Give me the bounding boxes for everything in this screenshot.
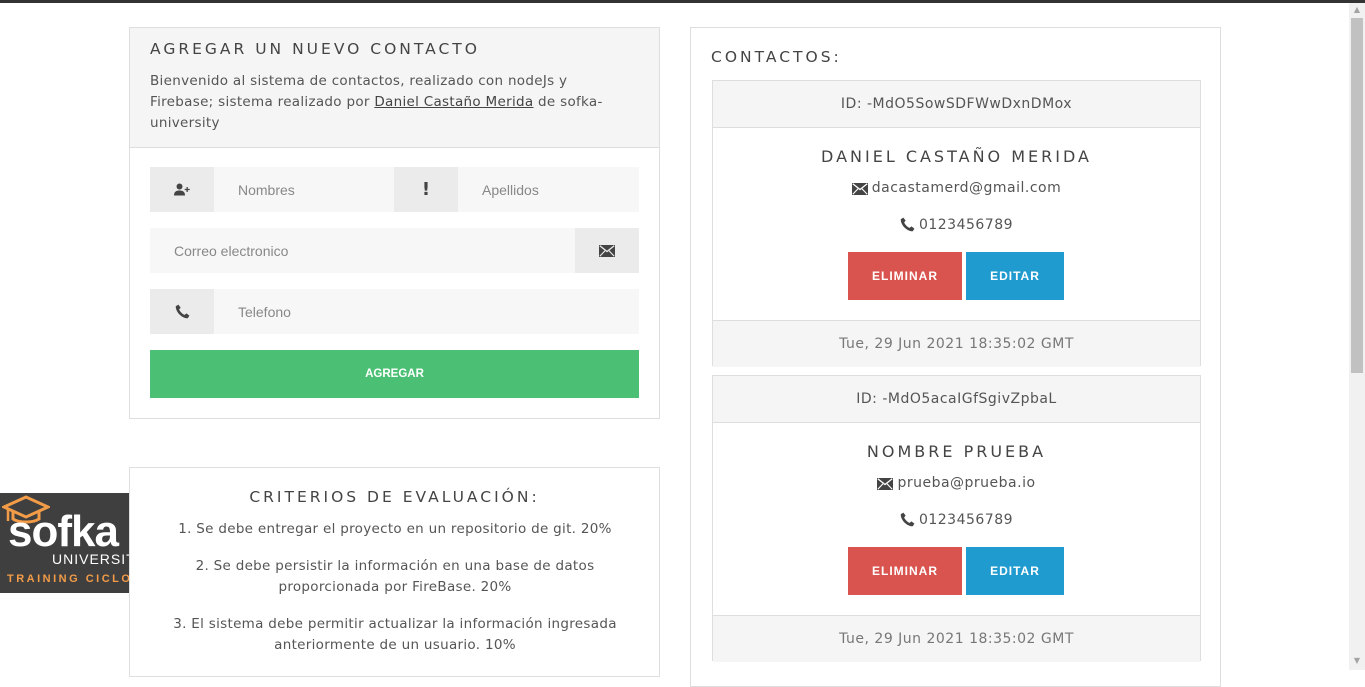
contact-id: ID: -MdO5SowSDFWwDxnDMox [713,81,1200,128]
add-contact-button[interactable]: AGREGAR [150,350,639,398]
contact-date: Tue, 29 Jun 2021 18:35:02 GMT [713,320,1200,367]
contacts-title: CONTACTOS: [711,48,842,66]
scroll-up-arrow-icon[interactable]: ▲ [1351,5,1363,15]
scroll-down-arrow-icon[interactable]: ▼ [1351,656,1363,666]
criteria-title: CRITERIOS DE EVALUACIÓN: [249,488,540,506]
envelope-icon [851,183,868,195]
exclamation-icon: ! [394,167,458,212]
contacts-panel: CONTACTOS: ID: -MdO5SowSDFWwDxnDMox DANI… [690,27,1221,687]
delete-contact-button[interactable]: ELIMINAR [848,547,962,595]
contact-email: dacastamerd@gmail.com [871,180,1062,196]
logo-university-text: UNIVERSITY [52,551,129,567]
welcome-description: Bienvenido al sistema de contactos, real… [150,71,630,134]
apellidos-input[interactable] [482,167,632,212]
contact-phone: 0123456789 [918,217,1014,233]
nombres-input[interactable] [238,167,388,212]
add-contact-panel: AGREGAR UN NUEVO CONTACTO Bienvenido al … [129,27,660,419]
correo-input[interactable] [174,228,564,273]
telefono-field [150,289,639,334]
phone-icon [900,512,915,527]
user-plus-icon [150,167,214,212]
delete-contact-button[interactable]: ELIMINAR [848,252,962,300]
contact-phone-line: 0123456789 [713,512,1200,528]
contact-email-line: dacastamerd@gmail.com [713,180,1200,196]
window-top-border [0,0,1365,3]
criteria-item: 2. Se debe persistir la información en u… [195,558,595,595]
edit-contact-button[interactable]: EDITAR [966,252,1064,300]
apellidos-field: ! [394,167,639,212]
contact-id: ID: -MdO5acaIGfSgivZpbaL [713,376,1200,423]
edit-contact-button[interactable]: EDITAR [966,547,1064,595]
phone-icon [900,217,915,232]
envelope-icon [877,478,894,490]
contact-email: prueba@prueba.io [897,475,1036,491]
criteria-item: 1. Se debe entregar el proyecto en un re… [178,521,612,537]
contact-name: DANIEL CASTAÑO MERIDA [821,147,1092,166]
author-link[interactable]: Daniel Castaño Merida [374,94,533,110]
contact-email-line: prueba@prueba.io [713,475,1200,491]
logo-brand-text: sofka [8,507,119,556]
contact-phone: 0123456789 [918,512,1014,528]
add-contact-header: AGREGAR UN NUEVO CONTACTO Bienvenido al … [130,28,659,148]
logo-tagline: TRAINING CICLO [7,573,129,585]
contact-date: Tue, 29 Jun 2021 18:35:02 GMT [713,615,1200,662]
contact-card: ID: -MdO5acaIGfSgivZpbaL NOMBRE PRUEBA p… [712,375,1201,662]
criteria-item: 3. El sistema debe permitir actualizar l… [173,616,617,653]
scrollbar-thumb[interactable] [1351,18,1363,373]
correo-field [150,228,639,273]
contact-phone-line: 0123456789 [713,217,1200,233]
add-contact-title: AGREGAR UN NUEVO CONTACTO [150,40,480,58]
evaluation-criteria-panel: CRITERIOS DE EVALUACIÓN: 1. Se debe entr… [129,467,660,677]
envelope-icon [575,228,639,273]
telefono-input[interactable] [238,289,628,334]
phone-icon [150,289,214,334]
contact-name: NOMBRE PRUEBA [866,442,1047,461]
sofka-university-logo: sofka UNIVERSITY TRAINING CICLO [0,493,129,593]
contact-card: ID: -MdO5SowSDFWwDxnDMox DANIEL CASTAÑO … [712,80,1201,367]
nombres-field [150,167,394,212]
